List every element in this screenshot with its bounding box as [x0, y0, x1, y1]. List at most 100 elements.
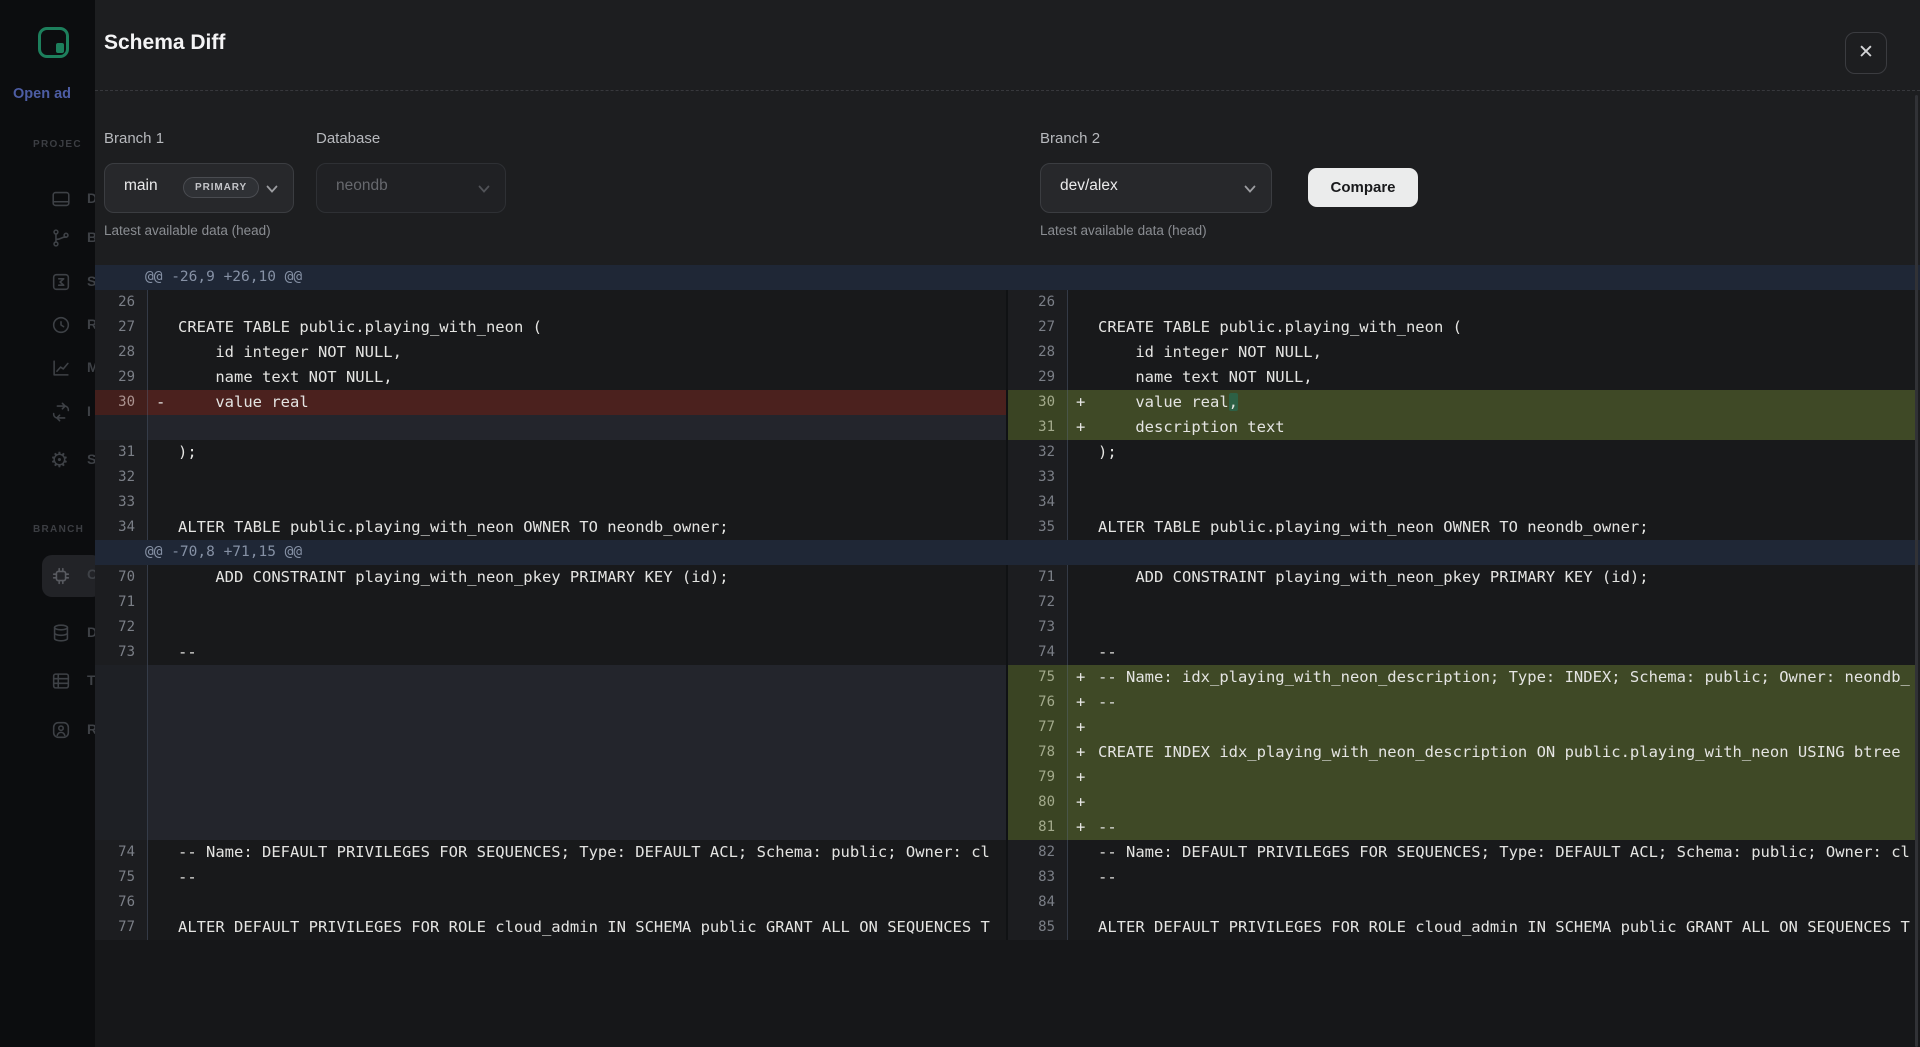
- diff-row: 31);32);: [95, 440, 1920, 465]
- sidebar-item-restore[interactable]: R: [0, 305, 95, 345]
- code-line: ADD CONSTRAINT playing_with_neon_pkey PR…: [1068, 565, 1917, 590]
- sidebar-item-dashboard[interactable]: D: [0, 179, 95, 219]
- diff-row: 27CREATE TABLE public.playing_with_neon …: [95, 315, 1920, 340]
- line-number: [95, 715, 148, 740]
- code-line: name text NOT NULL,: [1068, 365, 1917, 390]
- line-number: 77: [95, 915, 148, 940]
- schema-diff-panel: @@ -26,9 +26,10 @@262627CREATE TABLE pub…: [95, 265, 1920, 940]
- roles-icon: [50, 719, 72, 741]
- branches-icon: [50, 227, 72, 249]
- open-admin-link[interactable]: Open ad: [13, 86, 83, 104]
- code-line: [148, 615, 1006, 640]
- code-line: );: [148, 440, 1006, 465]
- branch1-value: main: [124, 177, 158, 195]
- branch1-select[interactable]: main PRIMARY: [104, 163, 294, 213]
- sidebar-item-label: R: [87, 721, 95, 737]
- line-number: [95, 740, 148, 765]
- word-diff-highlight: ,: [1229, 393, 1238, 411]
- sidebar-item-monitoring[interactable]: M: [0, 348, 95, 388]
- code-line: [1068, 890, 1917, 915]
- code-line: name text NOT NULL,: [148, 365, 1006, 390]
- code-line: [148, 415, 1006, 440]
- sidebar-item-label: S: [87, 451, 95, 467]
- line-number: 83: [1006, 865, 1068, 890]
- sidebar-item-integrations[interactable]: I: [0, 392, 95, 432]
- line-number: 32: [1006, 440, 1068, 465]
- branch2-select[interactable]: dev/alex: [1040, 163, 1272, 213]
- line-number: 71: [95, 590, 148, 615]
- code-line: --: [148, 640, 1006, 665]
- diff-marker: +: [1068, 740, 1098, 765]
- line-number: 34: [95, 515, 148, 540]
- code-line: CREATE TABLE public.playing_with_neon (: [148, 315, 1006, 340]
- diff-row: 31+ description text: [95, 415, 1920, 440]
- code-line: +CREATE INDEX idx_playing_with_neon_desc…: [1068, 740, 1917, 765]
- line-number: 31: [1006, 415, 1068, 440]
- hunk-header-row: @@ -26,9 +26,10 @@: [95, 265, 1920, 290]
- sidebar-item-branches[interactable]: B: [0, 218, 95, 258]
- integrations-icon: [50, 401, 72, 423]
- code-line: +--: [1068, 815, 1917, 840]
- code-line: [148, 765, 1006, 790]
- line-number: 74: [1006, 640, 1068, 665]
- sidebar-item-roles[interactable]: R: [0, 710, 95, 750]
- line-number: 82: [1006, 840, 1068, 865]
- sidebar-item-tables[interactable]: T: [0, 661, 95, 701]
- sidebar-item-label: M: [87, 359, 95, 375]
- hunk-header-text: @@ -70,8 +71,15 @@: [95, 540, 1006, 565]
- line-number: 79: [1006, 765, 1068, 790]
- sidebar-item-label: I: [87, 403, 91, 419]
- close-icon[interactable]: ✕: [1845, 32, 1887, 74]
- database-value: neondb: [336, 177, 388, 195]
- diff-row: 81+--: [95, 815, 1920, 840]
- hunk-header-row: @@ -70,8 +71,15 @@: [95, 540, 1920, 565]
- diff-row: 70 ADD CONSTRAINT playing_with_neon_pkey…: [95, 565, 1920, 590]
- line-number: 70: [95, 565, 148, 590]
- line-number: 74: [95, 840, 148, 865]
- line-number: 77: [1006, 715, 1068, 740]
- branch2-label: Branch 2: [1040, 130, 1100, 147]
- database-select[interactable]: neondb: [316, 163, 506, 213]
- sidebar-item-databases[interactable]: D: [0, 613, 95, 653]
- modal-header: Schema Diff ✕: [95, 0, 1920, 91]
- code-line: [148, 690, 1006, 715]
- line-number: 73: [1006, 615, 1068, 640]
- line-number: 72: [95, 615, 148, 640]
- sidebar-section-branch: BRANCH: [33, 524, 84, 535]
- code-line: + description text: [1068, 415, 1917, 440]
- compare-button[interactable]: Compare: [1308, 168, 1418, 207]
- monitoring-icon: [50, 357, 72, 379]
- line-number: 85: [1006, 915, 1068, 940]
- sidebar-item-computes[interactable]: C: [0, 555, 95, 595]
- sidebar-item-settings[interactable]: ⚙S: [0, 440, 95, 480]
- code-line: [1068, 290, 1917, 315]
- code-line: -- Name: DEFAULT PRIVILEGES FOR SEQUENCE…: [148, 840, 1006, 865]
- line-number: 27: [1006, 315, 1068, 340]
- diff-marker: +: [1068, 715, 1098, 740]
- line-number: [95, 765, 148, 790]
- code-line: id integer NOT NULL,: [1068, 340, 1917, 365]
- diff-marker: +: [1068, 790, 1098, 815]
- code-line: [1068, 615, 1917, 640]
- sidebar-item-sql-editor[interactable]: S: [0, 262, 95, 302]
- sidebar-item-label: C: [87, 566, 95, 582]
- line-number: 78: [1006, 740, 1068, 765]
- chevron-down-icon: [476, 181, 492, 197]
- code-line: [148, 740, 1006, 765]
- diff-marker: +: [1068, 665, 1098, 690]
- hunk-header-filler: [1006, 540, 1920, 565]
- code-line: [148, 290, 1006, 315]
- diff-row: 3233: [95, 465, 1920, 490]
- sidebar-item-label: S: [87, 273, 95, 289]
- code-line: - value real: [148, 390, 1006, 415]
- diff-row: 75--83--: [95, 865, 1920, 890]
- diff-row: 79+: [95, 765, 1920, 790]
- line-number: 34: [1006, 490, 1068, 515]
- schema-diff-screen: Open ad PROJEC DBSRMI⚙S BRANCH CDTR Sche…: [0, 0, 1920, 1047]
- diff-marker: +: [1068, 415, 1098, 440]
- diff-bottom-filler: [95, 940, 1920, 1047]
- code-line: );: [1068, 440, 1917, 465]
- diff-marker: -: [148, 390, 178, 415]
- code-line: +--: [1068, 690, 1917, 715]
- scrollbar[interactable]: [1915, 95, 1918, 1047]
